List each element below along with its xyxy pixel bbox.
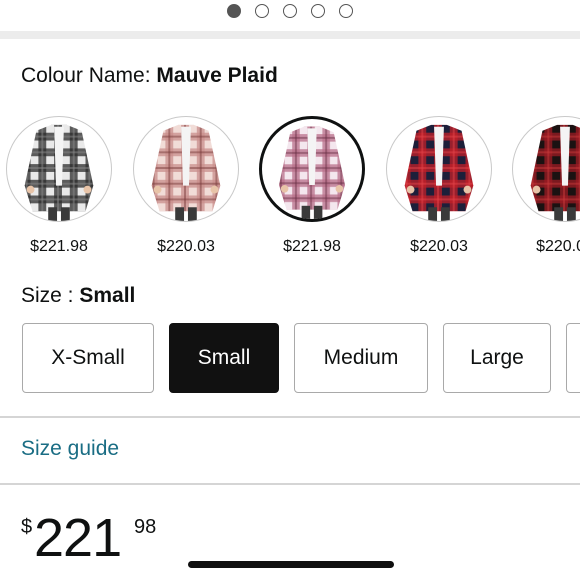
coat-hand: [463, 185, 472, 194]
price-currency-symbol: $: [21, 516, 33, 538]
coat-leg: [554, 207, 564, 221]
coat-leg: [566, 207, 576, 221]
colour-swatch-red-black-plaid[interactable]: $220.03: [512, 116, 580, 266]
size-option-next[interactable]: [566, 323, 580, 393]
size-guide-link[interactable]: Size guide: [21, 437, 119, 461]
coat-leg: [48, 207, 58, 221]
size-heading: Size : Small: [21, 284, 135, 308]
coat-leg: [301, 205, 311, 219]
colour-swatch-list: $221.98 $220.03 $221.98 $220.03 $220.03: [0, 116, 580, 266]
coat-leg: [440, 207, 450, 221]
coat-hand: [210, 185, 219, 194]
colour-swatch-image: [512, 116, 580, 222]
colour-swatch-grey-plaid[interactable]: $221.98: [6, 116, 112, 266]
colour-swatch-mauve-plaid[interactable]: $221.98: [259, 116, 365, 266]
coat-hand: [335, 185, 344, 193]
coat-thumbnail-image: [24, 124, 94, 221]
home-indicator: [188, 561, 394, 568]
swatch-price: $220.03: [410, 238, 468, 255]
carousel-dot-4[interactable]: [311, 4, 325, 18]
coat-thumbnail-image: [530, 124, 580, 221]
carousel-dot-1[interactable]: [227, 4, 241, 18]
coat-body: [530, 124, 580, 212]
divider: [0, 416, 580, 418]
colour-swatch-blush-plaid[interactable]: $220.03: [133, 116, 239, 266]
coat-hand: [26, 185, 35, 194]
size-option-large[interactable]: Large: [443, 323, 551, 393]
selected-size-name: Small: [79, 284, 136, 307]
swatch-price: $220.03: [536, 238, 580, 255]
divider: [0, 483, 580, 485]
coat-leg: [175, 207, 185, 221]
coat-hand: [280, 185, 289, 193]
coat-thumbnail-image: [151, 124, 221, 221]
coat-hand: [153, 185, 162, 194]
size-option-x-small[interactable]: X-Small: [22, 323, 154, 393]
size-label-prefix: Size :: [21, 284, 80, 307]
price-whole: 221: [34, 508, 122, 568]
selected-colour-name: Mauve Plaid: [156, 64, 278, 87]
colour-swatch-image: [6, 116, 112, 222]
colour-swatch-image: [259, 116, 365, 222]
size-option-small[interactable]: Small: [169, 323, 279, 393]
coat-leg: [428, 207, 438, 221]
swatch-price: $220.03: [157, 238, 215, 255]
coat-leg: [187, 207, 197, 221]
coat-leg: [60, 207, 70, 221]
carousel-dot-2[interactable]: [255, 4, 269, 18]
coat-thumbnail-image: [404, 124, 474, 221]
carousel-dot-5[interactable]: [339, 4, 353, 18]
coat-hand: [532, 185, 541, 194]
carousel-dot-3[interactable]: [283, 4, 297, 18]
section-separator: [0, 31, 580, 39]
swatch-price: $221.98: [30, 238, 88, 255]
swatch-price: $221.98: [283, 238, 341, 255]
colour-label-prefix: Colour Name:: [21, 64, 157, 87]
coat-hand: [406, 185, 415, 194]
colour-swatch-image: [386, 116, 492, 222]
colour-swatch-red-plaid[interactable]: $220.03: [386, 116, 492, 266]
colour-swatch-image: [133, 116, 239, 222]
image-carousel-dots: [0, 4, 580, 20]
coat-leg: [313, 205, 323, 219]
price-fraction: 98: [134, 516, 157, 538]
coat-thumbnail-image: [278, 126, 346, 219]
size-option-medium[interactable]: Medium: [294, 323, 428, 393]
coat-hand: [83, 185, 92, 194]
colour-name-heading: Colour Name: Mauve Plaid: [21, 64, 278, 88]
